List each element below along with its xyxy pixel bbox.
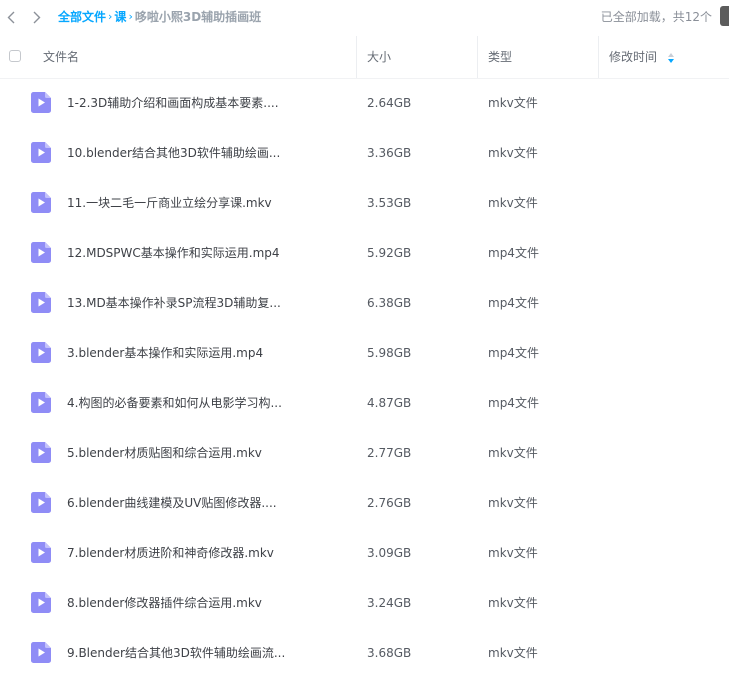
file-name[interactable]: 8.blender修改器插件综合运用.mkv — [67, 578, 262, 628]
file-row[interactable]: 8.blender修改器插件综合运用.mkv 3.24GB mkv文件 — [0, 578, 729, 628]
breadcrumb-all-files[interactable]: 全部文件 — [58, 9, 106, 25]
file-size: 3.24GB — [367, 596, 412, 610]
file-name[interactable]: 3.blender基本操作和实际运用.mp4 — [67, 328, 263, 378]
video-file-icon — [31, 342, 51, 363]
column-header-type[interactable]: 类型 — [488, 36, 512, 78]
video-file-icon — [31, 592, 51, 613]
file-size: 2.76GB — [367, 496, 412, 510]
toolbar: 全部文件 › 课 › 哆啦小熙3D辅助插画班 已全部加载，共12个 — [0, 0, 729, 36]
file-list: 1-2.3D辅助介绍和画面构成基本要素.... 2.64GB mkv文件 10.ble… — [0, 78, 729, 678]
file-size: 2.77GB — [367, 446, 412, 460]
file-name[interactable]: 5.blender材质贴图和综合运用.mkv — [67, 428, 262, 478]
breadcrumb-separator: › — [108, 10, 113, 23]
file-size: 3.09GB — [367, 546, 412, 560]
breadcrumb-separator: › — [128, 10, 133, 23]
file-type: mkv文件 — [488, 146, 538, 160]
file-size: 3.36GB — [367, 146, 412, 160]
file-name[interactable]: 13.MD基本操作补录SP流程3D辅助复... — [67, 278, 281, 328]
file-row[interactable]: 13.MD基本操作补录SP流程3D辅助复... 6.38GB mp4文件 — [0, 278, 729, 328]
file-size: 6.38GB — [367, 296, 412, 310]
file-row[interactable]: 1-2.3D辅助介绍和画面构成基本要素.... 2.64GB mkv文件 — [0, 78, 729, 128]
file-type: mkv文件 — [488, 546, 538, 560]
file-row[interactable]: 3.blender基本操作和实际运用.mp4 5.98GB mp4文件 — [0, 328, 729, 378]
file-row[interactable]: 9.Blender结合其他3D软件辅助绘画流... 3.68GB mkv文件 — [0, 628, 729, 678]
sort-icon[interactable] — [668, 53, 674, 63]
breadcrumb: 全部文件 › 课 › 哆啦小熙3D辅助插画班 — [58, 9, 261, 25]
video-file-icon — [31, 642, 51, 663]
column-header-size[interactable]: 大小 — [367, 36, 391, 78]
table-header: 文件名 大小 类型 修改时间 — [0, 36, 729, 79]
file-name[interactable]: 10.blender结合其他3D软件辅助绘画... — [67, 128, 280, 178]
column-divider[interactable] — [356, 36, 357, 78]
file-size: 3.53GB — [367, 196, 412, 210]
breadcrumb-current: 哆啦小熙3D辅助插画班 — [134, 10, 262, 24]
file-size: 5.92GB — [367, 246, 412, 260]
column-divider[interactable] — [598, 36, 599, 78]
column-header-modified[interactable]: 修改时间 — [609, 36, 657, 78]
file-row[interactable]: 12.MDSPWC基本操作和实际运用.mp4 5.92GB mp4文件 — [0, 228, 729, 278]
file-type: mkv文件 — [488, 596, 538, 610]
file-name[interactable]: 4.构图的必备要素和如何从电影学习构... — [67, 378, 282, 428]
forward-button[interactable] — [29, 9, 45, 25]
video-file-icon — [31, 392, 51, 413]
file-row[interactable]: 6.blender曲线建模及UV贴图修改器.... 2.76GB mkv文件 — [0, 478, 729, 528]
column-header-name[interactable]: 文件名 — [43, 36, 79, 78]
breadcrumb-folder-ke[interactable]: 课 — [114, 9, 126, 25]
file-name[interactable]: 12.MDSPWC基本操作和实际运用.mp4 — [67, 228, 280, 278]
file-type: mp4文件 — [488, 346, 539, 360]
file-row[interactable]: 10.blender结合其他3D软件辅助绘画... 3.36GB mkv文件 — [0, 128, 729, 178]
file-type: mkv文件 — [488, 496, 538, 510]
file-name[interactable]: 7.blender材质进阶和神奇修改器.mkv — [67, 528, 274, 578]
back-button[interactable] — [3, 9, 19, 25]
file-size: 4.87GB — [367, 396, 412, 410]
video-file-icon — [31, 92, 51, 113]
file-type: mkv文件 — [488, 196, 538, 210]
select-all-checkbox[interactable] — [9, 50, 21, 62]
file-name[interactable]: 1-2.3D辅助介绍和画面构成基本要素.... — [67, 78, 279, 128]
file-name[interactable]: 9.Blender结合其他3D软件辅助绘画流... — [67, 628, 285, 678]
file-size: 2.64GB — [367, 96, 412, 110]
file-size: 5.98GB — [367, 346, 412, 360]
file-type: mkv文件 — [488, 96, 538, 110]
video-file-icon — [31, 142, 51, 163]
file-type: mkv文件 — [488, 446, 538, 460]
file-type: mp4文件 — [488, 296, 539, 310]
chevron-left-icon — [7, 11, 15, 23]
file-type: mp4文件 — [488, 246, 539, 260]
scrollbar-thumb[interactable] — [720, 6, 729, 26]
video-file-icon — [31, 242, 51, 263]
file-type: mkv文件 — [488, 646, 538, 660]
file-row[interactable]: 4.构图的必备要素和如何从电影学习构... 4.87GB mp4文件 — [0, 378, 729, 428]
file-name[interactable]: 6.blender曲线建模及UV贴图修改器.... — [67, 478, 277, 528]
chevron-right-icon — [33, 11, 41, 23]
file-size: 3.68GB — [367, 646, 412, 660]
video-file-icon — [31, 492, 51, 513]
video-file-icon — [31, 292, 51, 313]
video-file-icon — [31, 542, 51, 563]
file-row[interactable]: 7.blender材质进阶和神奇修改器.mkv 3.09GB mkv文件 — [0, 528, 729, 578]
load-status: 已全部加载，共12个 — [600, 10, 712, 24]
file-type: mp4文件 — [488, 396, 539, 410]
video-file-icon — [31, 192, 51, 213]
file-row[interactable]: 5.blender材质贴图和综合运用.mkv 2.77GB mkv文件 — [0, 428, 729, 478]
column-divider[interactable] — [477, 36, 478, 78]
file-name[interactable]: 11.一块二毛一斤商业立绘分享课.mkv — [67, 178, 272, 228]
video-file-icon — [31, 442, 51, 463]
file-row[interactable]: 11.一块二毛一斤商业立绘分享课.mkv 3.53GB mkv文件 — [0, 178, 729, 228]
